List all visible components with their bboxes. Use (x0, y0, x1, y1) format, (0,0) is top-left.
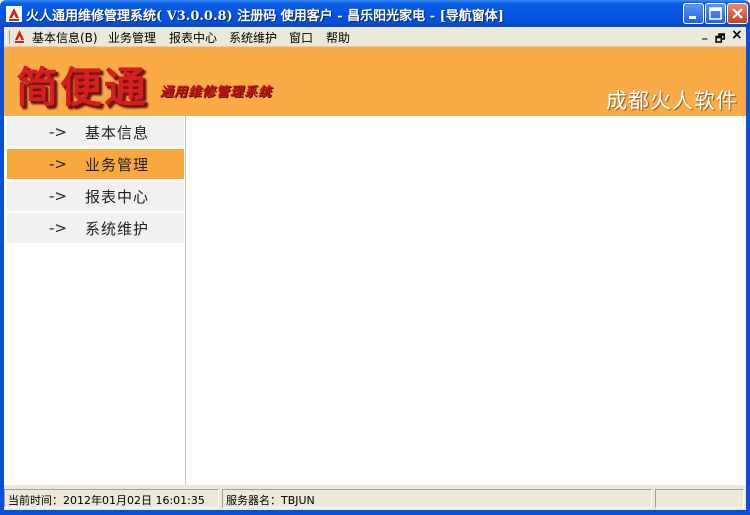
maximize-button[interactable] (705, 3, 726, 24)
maximize-icon (709, 7, 722, 20)
nav-item-label: 系统维护 (85, 220, 150, 238)
nav-item-reports[interactable]: -> 报表中心 (7, 181, 184, 211)
main-content-area (186, 116, 746, 485)
menu-basic-info[interactable]: 基本信息(B) (32, 29, 98, 46)
status-current-time: 当前时间：2012年01月02日 16:01:35 (4, 489, 219, 508)
menu-help[interactable]: 帮助 (326, 29, 350, 46)
nav-item-system[interactable]: -> 系统维护 (7, 213, 184, 243)
status-server-name: 服务器名：TBJUN (222, 489, 652, 508)
product-logo: 简便通 (16, 63, 149, 112)
arrow-icon: -> (49, 155, 67, 173)
menu-window[interactable]: 窗口 (289, 29, 313, 46)
menu-bar: 基本信息(B) 业务管理 报表中心 系统维护 窗口 帮助 _ 🗗 × (4, 27, 746, 47)
minimize-icon (689, 16, 696, 19)
nav-item-label: 报表中心 (85, 188, 150, 206)
menu-system[interactable]: 系统维护 (229, 29, 277, 46)
arrow-icon: -> (49, 123, 67, 141)
nav-item-basic-info[interactable]: -> 基本信息 (7, 117, 184, 147)
nav-item-business[interactable]: -> 业务管理 (7, 149, 184, 179)
company-name: 成都火人软件 (606, 89, 738, 113)
status-extra (655, 489, 744, 508)
banner: 简便通 通用维修管理系统 成都火人软件 (4, 47, 746, 117)
nav-item-label: 业务管理 (85, 156, 150, 174)
window-frame-right (746, 27, 750, 515)
nav-item-label: 基本信息 (85, 124, 150, 142)
window-frame-bottom (0, 510, 750, 515)
status-bar: 当前时间：2012年01月02日 16:01:35 服务器名：TBJUN (4, 488, 746, 510)
menu-grip (6, 30, 10, 44)
menu-business[interactable]: 业务管理 (108, 29, 156, 46)
arrow-icon: -> (49, 187, 67, 205)
close-icon (732, 8, 743, 19)
product-slogan: 通用维修管理系统 (160, 85, 273, 100)
client-area: 简便通 通用维修管理系统 成都火人软件 -> 基本信息 -> 业务管理 -> 报… (4, 47, 746, 485)
document-icon[interactable] (12, 29, 27, 44)
mdi-close-button[interactable]: × (731, 27, 743, 43)
arrow-icon: -> (49, 219, 67, 237)
window-title: 火人通用维修管理系统( V3.0.0.8) 注册码 使用客户 - 昌乐阳光家电 … (26, 9, 504, 24)
menu-reports[interactable]: 报表中心 (169, 29, 217, 46)
app-icon[interactable] (6, 6, 22, 22)
minimize-button[interactable] (683, 3, 704, 24)
title-bar[interactable]: 火人通用维修管理系统( V3.0.0.8) 注册码 使用客户 - 昌乐阳光家电 … (0, 0, 750, 27)
mdi-minimize-button[interactable]: _ (702, 27, 708, 40)
navigation-panel: -> 基本信息 -> 业务管理 -> 报表中心 -> 系统维护 (4, 116, 186, 485)
close-button[interactable] (727, 3, 748, 24)
